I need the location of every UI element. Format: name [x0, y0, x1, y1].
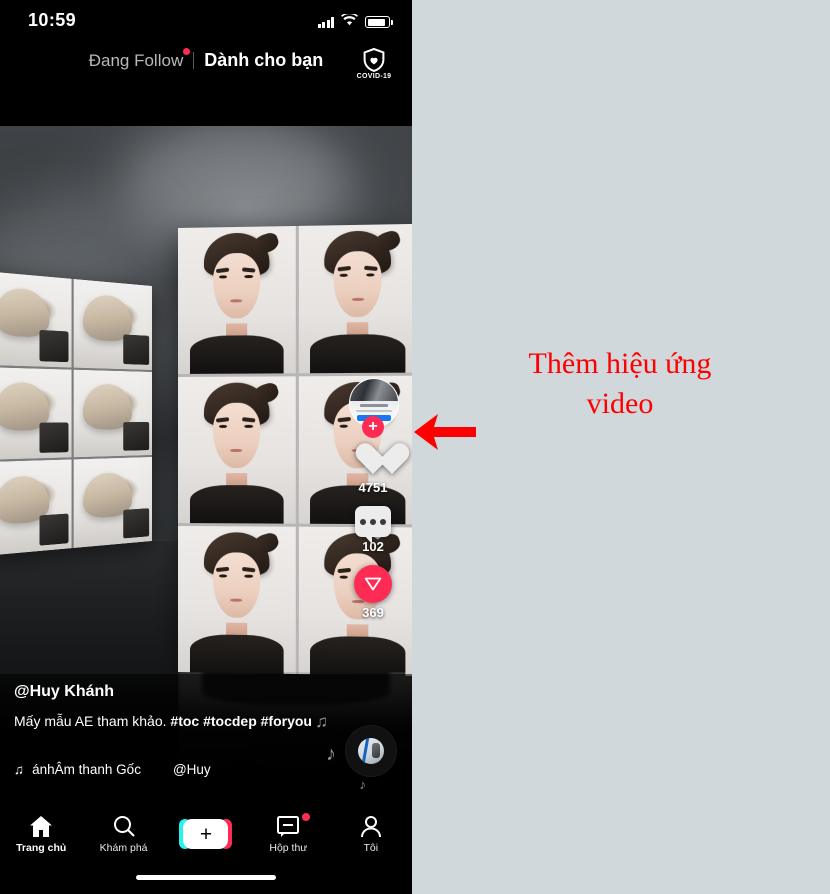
- battery-icon: [365, 16, 393, 28]
- photo-cell: [73, 457, 152, 548]
- nav-item-create[interactable]: +: [168, 819, 244, 849]
- share-arrow-icon[interactable]: [354, 565, 392, 603]
- like-count: 4751: [358, 480, 388, 495]
- nav-label-home: Trang chủ: [16, 841, 67, 854]
- status-bar: 10:59: [0, 0, 412, 40]
- home-indicator: [136, 875, 276, 880]
- music-note-float-3: ♪: [359, 777, 367, 792]
- follow-button[interactable]: +: [362, 416, 384, 438]
- vinyl-disc-icon[interactable]: [346, 726, 396, 776]
- wifi-icon: [341, 12, 358, 31]
- bottom-nav: Trang chủ Khám phá + Hộp thư Tôi: [0, 798, 412, 894]
- bottom-nav-items: Trang chủ Khám phá + Hộp thư Tôi: [0, 806, 412, 862]
- photo-cell: [73, 369, 152, 458]
- inbox-badge-dot: [302, 812, 311, 821]
- music-note-icon: ♫: [14, 762, 25, 777]
- covid-19-label: COVID-19: [356, 73, 392, 80]
- nav-item-home[interactable]: Trang chủ: [3, 815, 79, 854]
- top-bar: Đang Follow Dành cho bạn COVID-19: [0, 46, 412, 106]
- cellular-bars-icon: [317, 16, 334, 28]
- status-icons: [317, 12, 393, 31]
- caption-hashtags[interactable]: #toc #tocdep #foryou: [170, 713, 312, 729]
- music-note-float-2: ♪: [326, 743, 336, 765]
- nav-label-discover: Khám phá: [99, 842, 148, 854]
- avatar-with-follow[interactable]: +: [349, 378, 399, 438]
- music-note-float-1: ♫: [315, 712, 328, 731]
- comment-action[interactable]: 102: [355, 506, 391, 554]
- caption-text-plain: Mấy mẫu AE tham khảo.: [14, 713, 171, 729]
- like-action[interactable]: 4751: [354, 444, 392, 495]
- comment-bubble-icon[interactable]: [355, 506, 391, 544]
- nav-label-inbox: Hộp thư: [269, 841, 308, 854]
- person-icon: [360, 815, 381, 837]
- annotation-line-1: Thêm hiệu ứng: [528, 347, 712, 380]
- photo-cell: [178, 526, 296, 675]
- music-row[interactable]: ♫ ánhÂm thanh Gốc @Huy: [14, 762, 211, 777]
- caption-username[interactable]: @Huy Khánh: [14, 683, 114, 701]
- music-author[interactable]: @Huy: [173, 762, 211, 777]
- share-action[interactable]: 369: [354, 565, 392, 620]
- tab-following-dot: [183, 47, 191, 55]
- video-player[interactable]: + 4751 102 369 @Huy Khánh Mấy mẫu AE tha: [0, 126, 412, 798]
- status-time: 10:59: [28, 10, 77, 30]
- phone-screenshot: 10:59 Đang Follow Dành cho bạn COVID-19 …: [0, 0, 412, 894]
- annotation-text: Thêm hiệu ứng video: [430, 344, 810, 424]
- nav-label-profile: Tôi: [363, 841, 379, 854]
- tab-foryou[interactable]: Dành cho bạn: [194, 50, 333, 71]
- tab-following[interactable]: Đang Follow: [79, 47, 194, 71]
- tab-following-label: Đang Follow: [88, 50, 184, 70]
- share-count: 369: [362, 605, 384, 620]
- photo-cell: [0, 366, 72, 461]
- search-icon: [113, 816, 135, 837]
- music-title: ánhÂm thanh Gốc: [32, 762, 141, 777]
- heart-icon[interactable]: [354, 444, 392, 478]
- annotation-line-2: video: [586, 387, 654, 420]
- tab-foryou-label: Dành cho bạn: [204, 50, 324, 70]
- photo-cell: [73, 279, 152, 370]
- feed-tabs: Đang Follow Dành cho bạn: [0, 47, 412, 71]
- photo-cell: [298, 223, 412, 374]
- covid-19-button[interactable]: COVID-19: [352, 48, 396, 80]
- home-icon: [30, 815, 53, 837]
- shield-heart-icon: [363, 48, 385, 72]
- create-plus-icon[interactable]: +: [179, 819, 233, 849]
- inbox-message-icon: [277, 815, 300, 837]
- create-plus-glyph: +: [199, 822, 213, 846]
- photo-cell: [178, 376, 296, 524]
- nav-item-inbox[interactable]: Hộp thư: [250, 812, 326, 854]
- nav-item-profile[interactable]: Tôi: [333, 815, 409, 854]
- photo-cell: [0, 271, 72, 368]
- photo-cell: [0, 459, 72, 556]
- photo-cell: [178, 225, 296, 374]
- photo-grid-back-of-head: [0, 271, 153, 556]
- caption-text: Mấy mẫu AE tham khảo. #toc #tocdep #fory…: [14, 710, 314, 732]
- nav-item-discover[interactable]: Khám phá: [86, 814, 162, 854]
- caption-block: @Huy Khánh Mấy mẫu AE tham khảo. #toc #t…: [0, 674, 412, 798]
- action-rail: + 4751 102 369: [344, 378, 402, 631]
